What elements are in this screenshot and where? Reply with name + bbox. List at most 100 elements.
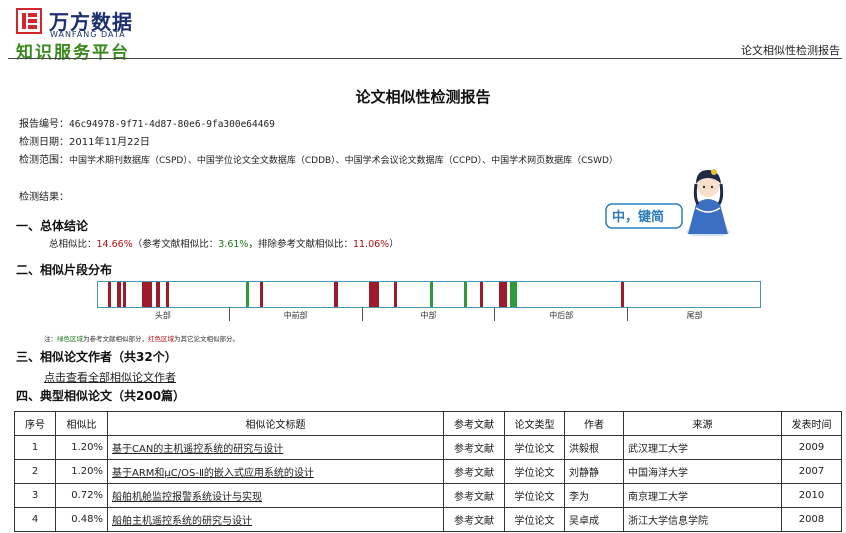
col-header-year: 发表时间 bbox=[781, 411, 842, 436]
other-similar-segment[interactable] bbox=[621, 282, 625, 307]
other-similar-segment[interactable] bbox=[123, 282, 127, 307]
section-papers-heading: 四、典型相似论文（共200篇） bbox=[16, 389, 186, 403]
distribution-part-label: 中前部 bbox=[230, 307, 363, 321]
reference-similar-segment[interactable] bbox=[430, 282, 433, 307]
report-scope-value: 中国学术期刊数据库（CSPD）、中国学位论文全文数据库（CDDB）、中国学术会议… bbox=[69, 156, 618, 166]
other-similar-segment[interactable] bbox=[260, 282, 264, 307]
table-row: 4 0.48% 船舶主机遥控系统的研究与设计 参考文献 学位论文 吴卓成 浙江大… bbox=[14, 507, 842, 532]
distribution-part-label: 头部 bbox=[97, 307, 230, 321]
report-id: 报告编号：46c94978-9f71-4d87-80e6-9fa300e6446… bbox=[19, 115, 275, 130]
row-type: 学位论文 bbox=[504, 435, 565, 460]
other-similar-segment[interactable] bbox=[369, 282, 379, 307]
row-title-cell: 船舶主机遥控系统的研究与设计 bbox=[107, 507, 444, 532]
row-ratio: 0.72% bbox=[55, 483, 108, 508]
wanfang-logo-icon bbox=[16, 8, 42, 34]
col-header-author: 作者 bbox=[564, 411, 624, 436]
row-title-cell: 基于CAN的主机遥控系统的研究与设计 bbox=[107, 435, 444, 460]
table-row: 3 0.72% 船舶机舱监控报警系统设计与实现 参考文献 学位论文 李为 南京理… bbox=[14, 483, 842, 508]
col-header-ratio: 相似比 bbox=[55, 411, 108, 436]
other-similar-segment[interactable] bbox=[498, 282, 508, 307]
row-ratio: 1.20% bbox=[55, 459, 108, 484]
report-title: 论文相似性检测报告 bbox=[355, 88, 491, 106]
mascot-text: 中，键简 bbox=[612, 209, 664, 225]
section-distribution-heading: 二、相似片段分布 bbox=[16, 263, 113, 277]
col-header-reference: 参考文献 bbox=[443, 411, 505, 436]
col-header-type: 论文类型 bbox=[504, 411, 565, 436]
brand-subtitle: 知识服务平台 bbox=[16, 43, 130, 63]
row-author: 刘静静 bbox=[564, 459, 624, 484]
report-result-label: 检测结果： bbox=[19, 192, 69, 203]
row-reference: 参考文献 bbox=[443, 435, 505, 460]
excluded-similarity-value: 11.06% bbox=[352, 239, 390, 250]
paper-title-link[interactable]: 基于CAN的主机遥控系统的研究与设计 bbox=[112, 444, 283, 455]
mascot-badge[interactable]: 中，键简 bbox=[604, 164, 730, 236]
row-source: 中国海洋大学 bbox=[623, 459, 782, 484]
report-date-value: 2011年11月22日 bbox=[69, 137, 150, 148]
report-scope: 检测范围：中国学术期刊数据库（CSPD）、中国学位论文全文数据库（CDDB）、中… bbox=[19, 151, 618, 166]
reference-similar-segment[interactable] bbox=[510, 282, 514, 307]
row-source: 浙江大学信息学院 bbox=[623, 507, 782, 532]
other-similar-segment[interactable] bbox=[107, 282, 112, 307]
similarity-distribution-bar bbox=[97, 281, 761, 308]
distribution-part-axis: 头部 中前部 中部 中后部 尾部 bbox=[97, 307, 761, 321]
reference-similar-segment[interactable] bbox=[245, 282, 249, 307]
other-similar-segment[interactable] bbox=[393, 282, 398, 307]
row-reference: 参考文献 bbox=[443, 483, 505, 508]
other-similar-segment[interactable] bbox=[116, 282, 121, 307]
report-date-label: 检测日期： bbox=[19, 137, 69, 148]
col-header-source: 来源 bbox=[623, 411, 782, 436]
reference-similar-segment[interactable] bbox=[514, 282, 517, 307]
similarity-close: ） bbox=[389, 239, 399, 250]
distribution-note: 注：绿色区域为参考文献相似部分，红色区域为其它论文相似部分。 bbox=[44, 333, 239, 343]
reference-similar-segment[interactable] bbox=[464, 282, 468, 307]
row-year: 2008 bbox=[781, 507, 842, 532]
distribution-part-label: 中后部 bbox=[495, 307, 629, 321]
overall-similarity: 总相似比：14.66%（参考文献相似比：3.61%，排除参考文献相似比：11.0… bbox=[49, 236, 399, 250]
note-red-label: 红色区域 bbox=[148, 335, 174, 343]
paper-title-link[interactable]: 基于ARM和μC/OS-Ⅱ的嵌入式应用系统的设计 bbox=[112, 468, 314, 479]
note-red-desc: 为其它论文相似部分。 bbox=[174, 335, 239, 343]
row-source: 武汉理工大学 bbox=[623, 435, 782, 460]
row-year: 2010 bbox=[781, 483, 842, 508]
row-no: 1 bbox=[14, 435, 56, 460]
section-overall-heading: 一、总体结论 bbox=[16, 219, 89, 233]
table-row: 2 1.20% 基于ARM和μC/OS-Ⅱ的嵌入式应用系统的设计 参考文献 学位… bbox=[14, 459, 842, 484]
note-green-desc: 为参考文献相似部分， bbox=[83, 335, 148, 343]
paper-title-link[interactable]: 船舶机舱监控报警系统设计与实现 bbox=[112, 492, 262, 503]
report-id-label: 报告编号： bbox=[19, 119, 69, 130]
report-scope-label: 检测范围： bbox=[19, 155, 69, 166]
other-similar-segment[interactable] bbox=[480, 282, 483, 307]
row-reference: 参考文献 bbox=[443, 459, 505, 484]
total-similarity-value: 14.66% bbox=[96, 239, 133, 250]
report-id-value: 46c94978-9f71-4d87-80e6-9fa300e64469 bbox=[69, 119, 275, 130]
row-reference: 参考文献 bbox=[443, 507, 505, 532]
row-type: 学位论文 bbox=[504, 459, 565, 484]
header-divider bbox=[8, 58, 842, 59]
other-similar-segment[interactable] bbox=[166, 282, 169, 307]
row-ratio: 1.20% bbox=[55, 435, 108, 460]
note-prefix: 注： bbox=[44, 335, 57, 343]
row-year: 2009 bbox=[781, 435, 842, 460]
report-date: 检测日期：2011年11月22日 bbox=[19, 133, 150, 148]
section-authors-heading: 三、相似论文作者（共32个） bbox=[16, 350, 177, 364]
view-all-authors-link[interactable]: 点击查看全部相似论文作者 bbox=[44, 369, 176, 385]
row-type: 学位论文 bbox=[504, 483, 565, 508]
excluded-similarity-label: ，排除参考文献相似比： bbox=[248, 239, 353, 250]
row-title-cell: 基于ARM和μC/OS-Ⅱ的嵌入式应用系统的设计 bbox=[107, 459, 444, 484]
distribution-part-label: 尾部 bbox=[686, 311, 703, 320]
row-title-cell: 船舶机舱监控报警系统设计与实现 bbox=[107, 483, 444, 508]
other-similar-segment[interactable] bbox=[156, 282, 161, 307]
row-author: 吴卓成 bbox=[564, 507, 624, 532]
row-author: 洪毅根 bbox=[564, 435, 624, 460]
row-year: 2007 bbox=[781, 459, 842, 484]
reference-similarity-label: （参考文献相似比： bbox=[132, 239, 219, 250]
other-similar-segment[interactable] bbox=[333, 282, 338, 307]
header-report-title: 论文相似性检测报告 bbox=[741, 44, 840, 57]
row-no: 2 bbox=[14, 459, 56, 484]
row-type: 学位论文 bbox=[504, 507, 565, 532]
other-similar-segment[interactable] bbox=[141, 282, 153, 307]
col-header-no: 序号 bbox=[14, 411, 56, 436]
col-header-title: 相似论文标题 bbox=[107, 411, 444, 436]
table-row: 1 1.20% 基于CAN的主机遥控系统的研究与设计 参考文献 学位论文 洪毅根… bbox=[14, 435, 842, 460]
paper-title-link[interactable]: 船舶主机遥控系统的研究与设计 bbox=[112, 516, 252, 527]
